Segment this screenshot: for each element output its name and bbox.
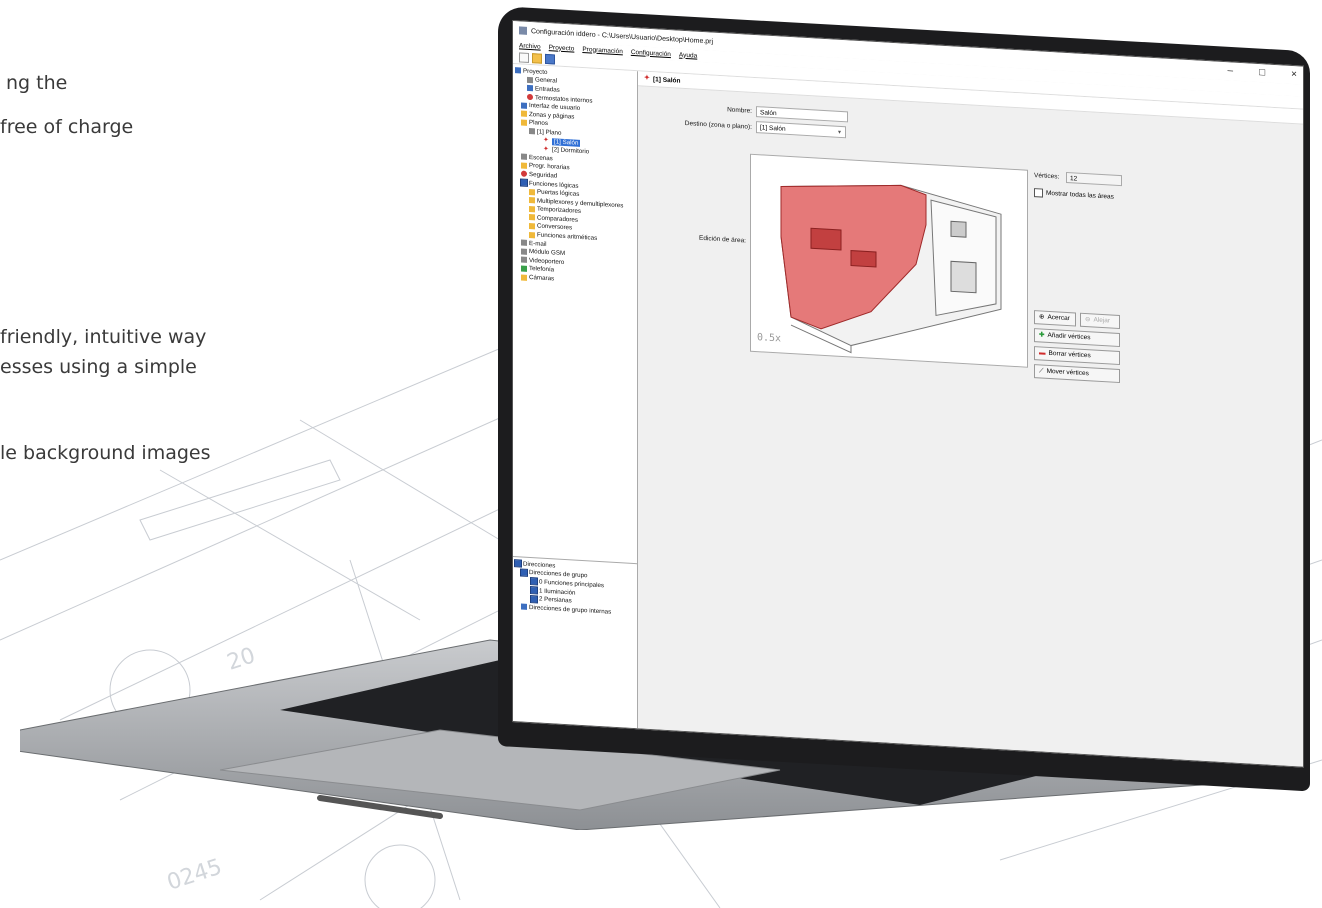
menu-configuracion[interactable]: Configuración bbox=[631, 48, 671, 57]
folder-icon bbox=[529, 197, 535, 204]
mostrar-todas-label: Mostrar todas las áreas bbox=[1046, 189, 1114, 201]
thermostat-icon bbox=[527, 93, 533, 101]
anadir-vertices-button[interactable]: ✚ Añadir vértices bbox=[1034, 328, 1120, 348]
menu-programacion[interactable]: Programación bbox=[582, 46, 622, 55]
pin-icon: ✦ bbox=[543, 136, 549, 145]
vertices-field[interactable]: 12 bbox=[1066, 171, 1122, 187]
marketing-line-3: friendly, intuitive way bbox=[0, 326, 207, 348]
inputs-icon bbox=[527, 85, 533, 92]
security-icon bbox=[521, 170, 527, 178]
menu-ayuda[interactable]: Ayuda bbox=[679, 51, 697, 59]
general-icon bbox=[527, 76, 533, 84]
new-file-icon[interactable] bbox=[519, 52, 529, 63]
destino-value: [1] Salón bbox=[760, 124, 786, 133]
acercar-button[interactable]: ⊕ Acercar bbox=[1034, 310, 1076, 327]
project-icon bbox=[515, 67, 521, 74]
marketing-line-4: esses using a simple bbox=[0, 356, 197, 378]
group-icon bbox=[530, 577, 538, 586]
edicion-label: Edición de área: bbox=[699, 234, 746, 245]
group-icon bbox=[530, 594, 538, 604]
vertices-label: Vértices: bbox=[1034, 172, 1060, 181]
zoom-out-icon: ⊖ bbox=[1085, 316, 1091, 324]
checkbox-box bbox=[1034, 188, 1043, 198]
minus-icon: ▬ bbox=[1039, 349, 1046, 357]
marketing-line-2: free of charge bbox=[0, 116, 134, 138]
minimize-button[interactable]: – bbox=[1228, 65, 1234, 76]
addresses-icon bbox=[514, 559, 522, 568]
nombre-label: Nombre: bbox=[727, 106, 752, 115]
logic-icon bbox=[520, 178, 528, 187]
group-icon bbox=[520, 568, 528, 577]
zoom-in-icon: ⊕ bbox=[1039, 313, 1045, 321]
zoom-label: 0.5x bbox=[757, 332, 781, 344]
app-icon bbox=[519, 26, 527, 35]
plans-icon bbox=[521, 119, 527, 126]
group-icon bbox=[530, 586, 538, 595]
destino-select[interactable]: [1] Salón ▾ bbox=[756, 121, 846, 139]
move-vertex-icon: ⟋ bbox=[1039, 367, 1044, 375]
chevron-down-icon: ▾ bbox=[837, 129, 841, 136]
interface-icon bbox=[521, 102, 527, 109]
marketing-line-5: le background images bbox=[0, 442, 211, 464]
panel-title: [1] Salón bbox=[653, 75, 681, 85]
folder-icon bbox=[529, 222, 535, 230]
alejar-button[interactable]: ⊖ Alejar bbox=[1080, 312, 1120, 330]
folder-icon bbox=[529, 214, 535, 221]
scenes-icon bbox=[521, 153, 527, 161]
menu-archivo[interactable]: Archivo bbox=[519, 42, 541, 50]
plan-icon bbox=[529, 128, 535, 135]
open-folder-icon[interactable] bbox=[532, 53, 542, 64]
address-tree: Direcciones Direcciones de grupo 0 Funci… bbox=[513, 557, 637, 728]
close-button[interactable]: × bbox=[1291, 69, 1297, 80]
plus-icon: ✚ bbox=[1039, 331, 1045, 339]
folder-icon bbox=[529, 205, 535, 213]
menu-proyecto[interactable]: Proyecto bbox=[549, 44, 575, 52]
maximize-button[interactable]: □ bbox=[1259, 67, 1265, 78]
folder-icon bbox=[529, 231, 535, 238]
detail-pane: ✦ [1] Salón Nombre: Salón Destino (zona … bbox=[638, 71, 1303, 767]
folder-icon bbox=[529, 188, 535, 195]
app-window: Configuración iddero - C:\Users\Usuario\… bbox=[512, 20, 1304, 768]
pin-icon: ✦ bbox=[644, 74, 650, 82]
schedule-icon bbox=[521, 162, 527, 169]
borrar-vertices-button[interactable]: ▬ Borrar vértices bbox=[1034, 346, 1120, 366]
nombre-field[interactable]: Salón bbox=[756, 106, 848, 123]
save-icon[interactable] bbox=[545, 53, 555, 65]
intercom-icon bbox=[521, 256, 527, 264]
svg-text:0245: 0245 bbox=[164, 855, 225, 896]
floor-plan: 0.5x bbox=[757, 184, 1002, 354]
gsm-icon bbox=[521, 248, 527, 255]
area-editor-canvas[interactable]: 0.5x bbox=[750, 153, 1028, 368]
camera-icon bbox=[521, 274, 527, 281]
mover-vertices-button[interactable]: ⟋ Mover vértices bbox=[1034, 364, 1120, 384]
phone-icon bbox=[521, 265, 527, 272]
marketing-line-1: ng the bbox=[6, 72, 68, 94]
left-pane: Proyecto General Entradas Termostatos in… bbox=[513, 64, 638, 729]
zones-icon bbox=[521, 110, 527, 118]
mostrar-todas-checkbox[interactable]: Mostrar todas las áreas bbox=[1034, 188, 1114, 202]
group-icon bbox=[521, 603, 527, 611]
project-tree: Proyecto General Entradas Termostatos in… bbox=[513, 64, 637, 565]
pin-icon: ✦ bbox=[543, 145, 549, 153]
email-icon bbox=[521, 239, 527, 247]
destino-label: Destino (zona o plano): bbox=[684, 119, 752, 131]
